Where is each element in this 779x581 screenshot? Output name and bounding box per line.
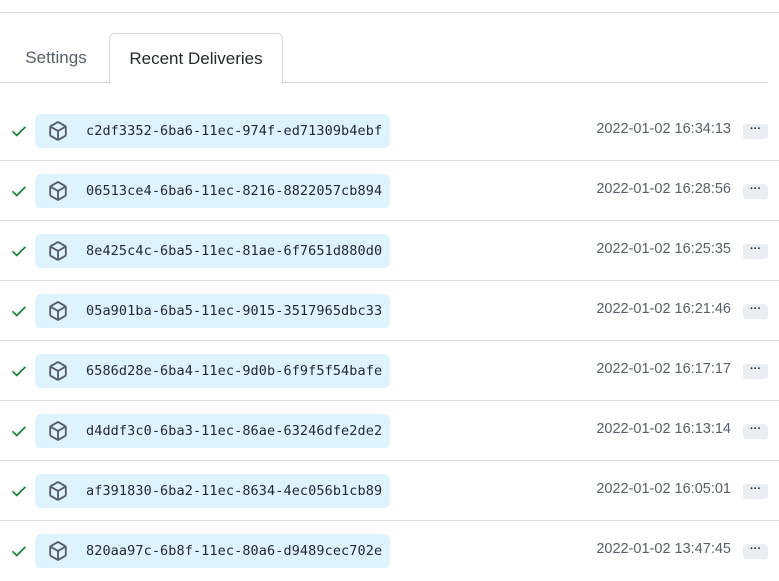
check-icon	[10, 302, 28, 320]
delivery-guid: d4ddf3c0-6ba3-11ec-86ae-63246dfe2de2	[86, 423, 383, 439]
kebab-horizontal-icon: ···	[750, 243, 761, 255]
top-divider	[0, 12, 779, 13]
delivery-timestamp: 2022-01-02 13:47:45	[596, 541, 731, 557]
delivery-guid-button[interactable]: af391830-6ba2-11ec-8634-4ec056b1cb89	[35, 474, 390, 508]
kebab-horizontal-icon: ···	[750, 483, 761, 495]
kebab-horizontal-icon: ···	[750, 303, 761, 315]
delivery-row: 820aa97c-6b8f-11ec-80a6-d9489cec702e 2022…	[0, 521, 779, 581]
delivery-guid: 6586d28e-6ba4-11ec-9d0b-6f9f5f54bafe	[86, 363, 383, 379]
delivery-row: 05a901ba-6ba5-11ec-9015-3517965dbc33 2022…	[0, 281, 779, 341]
more-options-button[interactable]: ···	[743, 424, 768, 439]
package-icon	[48, 541, 68, 561]
tab-recent-deliveries[interactable]: Recent Deliveries	[109, 33, 283, 84]
delivery-guid: 06513ce4-6ba6-11ec-8216-8822057cb894	[86, 183, 383, 199]
check-icon	[10, 122, 28, 140]
more-options-button[interactable]: ···	[743, 304, 768, 319]
delivery-row: af391830-6ba2-11ec-8634-4ec056b1cb89 2022…	[0, 461, 779, 521]
delivery-guid-button[interactable]: 6586d28e-6ba4-11ec-9d0b-6f9f5f54bafe	[35, 354, 390, 388]
kebab-horizontal-icon: ···	[750, 363, 761, 375]
tab-settings[interactable]: Settings	[8, 33, 104, 83]
check-icon	[10, 422, 28, 440]
more-options-button[interactable]: ···	[743, 244, 768, 259]
kebab-horizontal-icon: ···	[750, 183, 761, 195]
package-icon	[48, 301, 68, 321]
more-options-button[interactable]: ···	[743, 544, 768, 559]
check-icon	[10, 362, 28, 380]
delivery-guid: 820aa97c-6b8f-11ec-80a6-d9489cec702e	[86, 543, 383, 559]
more-options-button[interactable]: ···	[743, 184, 768, 199]
delivery-timestamp: 2022-01-02 16:05:01	[596, 481, 731, 497]
package-icon	[48, 181, 68, 201]
delivery-timestamp: 2022-01-02 16:21:46	[596, 301, 731, 317]
kebab-horizontal-icon: ···	[750, 543, 761, 555]
tab-bar: Settings Recent Deliveries	[0, 33, 768, 84]
package-icon	[48, 121, 68, 141]
delivery-timestamp: 2022-01-02 16:17:17	[596, 361, 731, 377]
more-options-button[interactable]: ···	[743, 484, 768, 499]
delivery-guid-button[interactable]: 8e425c4c-6ba5-11ec-81ae-6f7651d880d0	[35, 234, 390, 268]
delivery-guid-button[interactable]: 820aa97c-6b8f-11ec-80a6-d9489cec702e	[35, 534, 390, 568]
delivery-guid: af391830-6ba2-11ec-8634-4ec056b1cb89	[86, 483, 383, 499]
delivery-guid: c2df3352-6ba6-11ec-974f-ed71309b4ebf	[86, 123, 383, 139]
delivery-guid-button[interactable]: 05a901ba-6ba5-11ec-9015-3517965dbc33	[35, 294, 390, 328]
delivery-row: 06513ce4-6ba6-11ec-8216-8822057cb894 2022…	[0, 161, 779, 221]
package-icon	[48, 421, 68, 441]
delivery-row: d4ddf3c0-6ba3-11ec-86ae-63246dfe2de2 2022…	[0, 401, 779, 461]
more-options-button[interactable]: ···	[743, 364, 768, 379]
kebab-horizontal-icon: ···	[750, 423, 761, 435]
check-icon	[10, 182, 28, 200]
delivery-timestamp: 2022-01-02 16:13:14	[596, 421, 731, 437]
check-icon	[10, 482, 28, 500]
delivery-row: c2df3352-6ba6-11ec-974f-ed71309b4ebf 2022…	[0, 101, 779, 161]
kebab-horizontal-icon: ···	[750, 123, 761, 135]
deliveries-list: c2df3352-6ba6-11ec-974f-ed71309b4ebf 2022…	[0, 101, 779, 581]
delivery-guid-button[interactable]: 06513ce4-6ba6-11ec-8216-8822057cb894	[35, 174, 390, 208]
delivery-row: 8e425c4c-6ba5-11ec-81ae-6f7651d880d0 2022…	[0, 221, 779, 281]
package-icon	[48, 241, 68, 261]
more-options-button[interactable]: ···	[743, 124, 768, 139]
check-icon	[10, 542, 28, 560]
delivery-timestamp: 2022-01-02 16:25:35	[596, 241, 731, 257]
package-icon	[48, 481, 68, 501]
delivery-guid-button[interactable]: d4ddf3c0-6ba3-11ec-86ae-63246dfe2de2	[35, 414, 390, 448]
delivery-guid: 05a901ba-6ba5-11ec-9015-3517965dbc33	[86, 303, 383, 319]
delivery-guid-button[interactable]: c2df3352-6ba6-11ec-974f-ed71309b4ebf	[35, 114, 390, 148]
delivery-timestamp: 2022-01-02 16:28:56	[596, 181, 731, 197]
delivery-timestamp: 2022-01-02 16:34:13	[596, 121, 731, 137]
check-icon	[10, 242, 28, 260]
delivery-guid: 8e425c4c-6ba5-11ec-81ae-6f7651d880d0	[86, 243, 383, 259]
delivery-row: 6586d28e-6ba4-11ec-9d0b-6f9f5f54bafe 2022…	[0, 341, 779, 401]
package-icon	[48, 361, 68, 381]
